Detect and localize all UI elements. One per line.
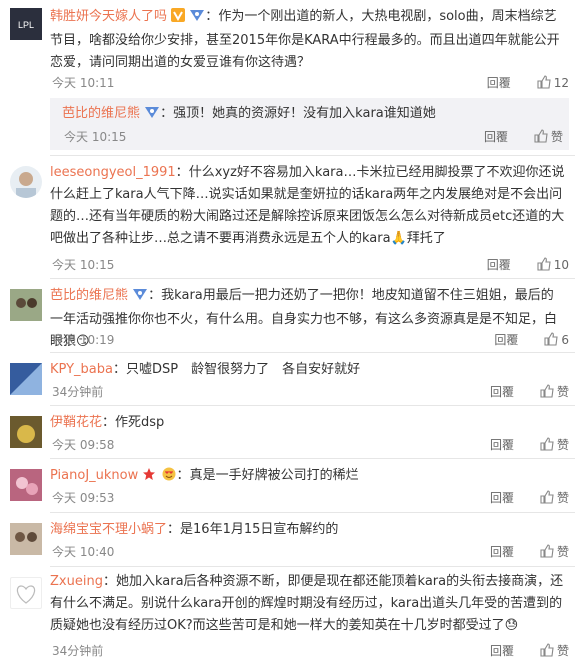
timestamp: 今天 10:15 [52, 258, 115, 272]
thumbs-up-icon [540, 384, 554, 398]
thumbs-up-icon [540, 643, 554, 657]
heart-eyes-emoji-icon [161, 467, 177, 489]
comment-text: 只嘘DSP 龄智很努力了 各自安好就好 [125, 362, 361, 377]
like-button[interactable]: 赞 [540, 489, 569, 506]
reply-button[interactable]: 回覆 [490, 436, 514, 453]
vip-badge-icon [189, 8, 205, 30]
comment-item: 海绵宝宝不理小蜗了：是16年1月15日宣布解约的 今天 10:40 回覆 赞 [0, 513, 575, 565]
like-button[interactable]: 10 [537, 257, 569, 272]
vip-badge-icon [132, 287, 148, 309]
avatar[interactable] [10, 166, 42, 198]
thumbs-up-icon [537, 257, 551, 271]
thumbs-up-icon [540, 544, 554, 558]
username[interactable]: 海绵宝宝不理小蜗了 [50, 522, 167, 537]
avatar[interactable] [10, 469, 42, 501]
comment-text-tail: 拜托了 [406, 231, 446, 246]
reply-button[interactable]: 回覆 [490, 543, 514, 560]
like-count: 赞 [556, 385, 569, 399]
timestamp: 今天 09:53 [52, 491, 115, 505]
comment-text: 强顶！她真的资源好！没有加入kara谁知道她 [173, 106, 436, 121]
comment-item: leeseongyeol_1991：什么xyz好不容易加入kara…卡米拉已经用… [0, 156, 575, 280]
username[interactable]: leeseongyeol_1991 [50, 165, 176, 180]
like-button[interactable]: 12 [537, 75, 569, 90]
like-count: 12 [553, 76, 569, 90]
reply-button[interactable]: 回覆 [490, 383, 514, 400]
comment-text: 她加入kara后各种资源不断，即便是现在都还能顶着kara的头衔去接商演，还有什… [50, 574, 564, 633]
like-count: 赞 [556, 644, 569, 658]
timestamp: 34分钟前 [52, 644, 104, 658]
timestamp: 今天 10:40 [52, 545, 115, 559]
avatar[interactable] [10, 363, 42, 395]
like-button[interactable]: 6 [544, 332, 569, 347]
avatar[interactable] [10, 289, 42, 321]
username[interactable]: 芭比的维尼熊 [62, 106, 140, 121]
vip-badge-icon [144, 105, 160, 126]
like-button[interactable]: 赞 [534, 128, 563, 145]
reply-button[interactable]: 回覆 [487, 74, 511, 91]
thumbs-up-icon [540, 437, 554, 451]
timestamp: 今天 10:19 [52, 333, 115, 347]
like-button[interactable]: 赞 [540, 383, 569, 400]
comment-item: LPL 韩胜妍今天嫁人了吗 ：作为一个刚出道的新人，大热电视剧，solo曲，周末… [0, 0, 575, 100]
like-count: 赞 [550, 130, 563, 144]
thumbs-up-icon [544, 332, 558, 346]
avatar[interactable]: LPL [10, 8, 42, 40]
sweat-emoji: 😓 [504, 618, 519, 633]
like-button[interactable]: 赞 [540, 642, 569, 659]
like-button[interactable]: 赞 [540, 543, 569, 560]
like-button[interactable]: 赞 [540, 436, 569, 453]
avatar[interactable] [10, 416, 42, 448]
like-count: 赞 [556, 491, 569, 505]
reply-button[interactable]: 回覆 [487, 256, 511, 273]
reply-button[interactable]: 回覆 [490, 642, 514, 659]
timestamp: 今天 10:15 [64, 130, 127, 144]
thumbs-up-icon [540, 490, 554, 504]
like-count: 6 [561, 333, 569, 347]
comment-item: KPY_baba：只嘘DSP 龄智很努力了 各自安好就好 34分钟前 回覆 赞 [0, 353, 575, 405]
sub-reply-box: 芭比的维尼熊 ：强顶！她真的资源好！没有加入kara谁知道她 今天 10:15 … [50, 98, 569, 150]
reply-button[interactable]: 回覆 [494, 331, 518, 348]
comment-item: PianoJ_uknow ：真是一手好牌被公司打的稀烂 今天 09:53 回覆 … [0, 459, 575, 511]
avatar[interactable] [10, 523, 42, 555]
reply-button[interactable]: 回覆 [484, 128, 508, 145]
like-count: 赞 [556, 438, 569, 452]
like-count: 10 [553, 258, 569, 272]
svg-text:LPL: LPL [18, 20, 34, 30]
username[interactable]: 芭比的维尼熊 [50, 288, 128, 303]
username[interactable]: PianoJ_uknow [50, 468, 138, 483]
thumbs-up-icon [534, 129, 548, 143]
thumbs-up-icon [537, 75, 551, 89]
avatar[interactable] [10, 577, 42, 609]
star-badge-icon [142, 467, 156, 489]
username[interactable]: KPY_baba [50, 362, 113, 377]
v-badge-icon [171, 8, 186, 30]
comment-text: 是16年1月15日宣布解约的 [180, 522, 339, 537]
like-count: 赞 [556, 545, 569, 559]
praying-hands-emoji: 🙏 [390, 231, 407, 246]
comment-text: 真是一手好牌被公司打的稀烂 [189, 468, 359, 483]
timestamp: 今天 09:58 [52, 438, 115, 452]
timestamp: 34分钟前 [52, 385, 104, 399]
comment-item: 芭比的维尼熊 ：我kara用最后一把力还奶了一把你！地皮知道留不住三姐姐，最后的… [0, 279, 575, 353]
comment-text: 作死dsp [115, 415, 165, 430]
reply-button[interactable]: 回覆 [490, 489, 514, 506]
username[interactable]: 韩胜妍今天嫁人了吗 [50, 9, 167, 24]
username[interactable]: Zxueing [50, 574, 103, 589]
comment-item: 伊鞘花花：作死dsp 今天 09:58 回覆 赞 [0, 406, 575, 458]
username[interactable]: 伊鞘花花 [50, 415, 102, 430]
timestamp: 今天 10:11 [52, 76, 115, 90]
comment-item: Zxueing：她加入kara后各种资源不断，即便是现在都还能顶着kara的头衔… [0, 567, 575, 659]
